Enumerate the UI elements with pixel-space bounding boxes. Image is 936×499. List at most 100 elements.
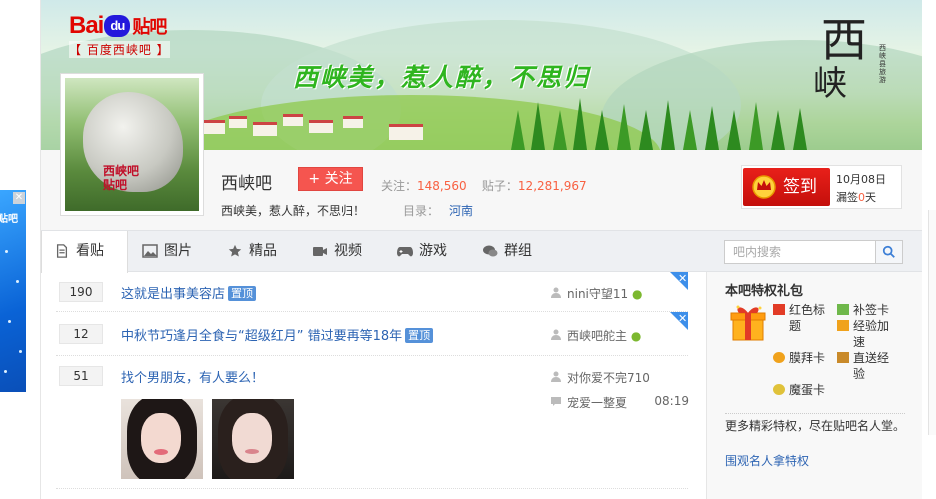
privilege-label: 红色标题 (789, 303, 826, 333)
logo-du: du (104, 15, 131, 37)
crown-icon (752, 175, 776, 199)
forum-page: Bai du 贴吧 【 百度西峡吧 】 西峡美，惹人醉，不思归 西 峡 西峡县旅… (40, 0, 922, 499)
thread-thumbnail[interactable] (212, 399, 294, 479)
thread-author[interactable]: 对你爱不完710 (549, 369, 650, 386)
forum-search-input[interactable] (724, 240, 876, 264)
tab-label: 视频 (334, 243, 362, 259)
tab-groups[interactable]: 群组 (470, 231, 555, 272)
image-icon (142, 244, 158, 258)
side-ad-text: 贴吧 (0, 214, 18, 225)
tab-label: 图片 (164, 243, 192, 259)
thread-title: 这就是出事美容店 (121, 287, 226, 302)
tab-label: 群组 (504, 243, 532, 259)
thread-title-link[interactable]: 这就是出事美容店 置顶 (121, 283, 257, 302)
resign-card-icon (837, 304, 849, 315)
thread-title: 找个男朋友，有人要么！ (121, 371, 265, 386)
privilege-label: 魔蛋卡 (789, 383, 826, 397)
video-icon (313, 247, 327, 256)
chat-icon (483, 245, 498, 257)
privilege-magic-egg[interactable]: 魔蛋卡 (773, 382, 835, 398)
sign-date: 10月08日 (836, 173, 886, 186)
comment-icon (551, 397, 561, 406)
missed-days-count: 0 (858, 191, 865, 204)
tab-label: 精品 (249, 243, 277, 259)
thread-thumbnail[interactable] (121, 399, 203, 479)
thread-row[interactable]: 190 这就是出事美容店 置顶 nini守望11 ● ✕ (56, 272, 688, 312)
red-title-icon (773, 304, 785, 315)
tab-video[interactable]: 视频 (300, 231, 385, 272)
thread-author[interactable]: 西峡吧舵主 ● (549, 327, 641, 344)
seal-vertical-text: 西峡县旅游 (879, 44, 886, 84)
hall-of-fame-link[interactable]: 围观名人拿特权 (725, 452, 809, 469)
sign-in-label: 签到 (783, 177, 817, 197)
privilege-label: 经验加速 (853, 319, 890, 349)
calligraphy-seal: 西 峡 西峡县旅游 (805, 0, 886, 145)
avatar-text-1: 西峡吧 (103, 164, 140, 178)
document-icon (56, 244, 68, 258)
exp-boost-icon (837, 320, 849, 331)
category-link[interactable]: 河南 (449, 204, 473, 218)
last-reply[interactable]: 宠爱一整夏 08:19 (549, 394, 689, 411)
forum-name[interactable]: 西峡吧 (221, 169, 272, 194)
side-advertisement[interactable]: 贴吧 (0, 190, 26, 392)
missed-suffix: 天 (865, 191, 876, 204)
category-label: 目录： (403, 204, 440, 218)
privilege-label: 补签卡 (853, 303, 890, 317)
privilege-worship-card[interactable]: 膜拜卡 (773, 350, 835, 366)
gift-box-icon (730, 305, 766, 341)
thread-title-link[interactable]: 中秋节巧逢月全食与“超级红月” 错过要再等18年 置顶 (121, 325, 434, 344)
user-icon (551, 371, 561, 382)
missed-prefix: 漏签 (836, 191, 858, 204)
privilege-direct-exp[interactable]: 直送经验 (837, 350, 899, 382)
thread-title: 中秋节巧逢月全食与“超级红月” 错过要再等18年 (121, 329, 403, 344)
privilege-resign-card[interactable]: 补签卡 (837, 302, 899, 318)
tab-games[interactable]: 游戏 (385, 231, 470, 272)
reply-count: 12 (59, 324, 103, 344)
sidebar-title: 本吧特权礼包 (725, 284, 804, 299)
user-icon (551, 329, 561, 340)
follow-count: 148,560 (417, 179, 467, 193)
last-reply-author: 宠爱一整夏 (567, 396, 628, 410)
magic-egg-icon (773, 384, 785, 395)
follow-button[interactable]: + 关注 (298, 167, 363, 191)
seal-character-2: 峡 (813, 64, 847, 104)
tab-featured[interactable]: 精品 (215, 231, 300, 272)
pinned-badge: 置顶 (228, 286, 257, 301)
forum-tabs: 看贴 图片 精品 视频 游戏 群组 (41, 230, 922, 273)
privilege-sidebar: 本吧特权礼包 红色标题 补签卡 经验加速 膜拜卡 直送经验 魔蛋卡 更多精彩特权… (706, 272, 922, 499)
search-button[interactable] (875, 240, 903, 264)
thread-author[interactable]: nini守望11 ● (549, 285, 642, 302)
forum-avatar[interactable]: 西峡吧 贴吧 (60, 73, 204, 216)
reply-count: 190 (59, 282, 103, 302)
baidu-tieba-logo[interactable]: Bai du 贴吧 【 百度西峡吧 】 (69, 12, 170, 58)
thread-title-link[interactable]: 找个男朋友，有人要么！ (121, 367, 264, 386)
privilege-label: 膜拜卡 (789, 351, 826, 365)
direct-exp-icon (837, 352, 849, 363)
avatar-text-2: 贴吧 (103, 178, 128, 192)
privilege-exp-boost[interactable]: 经验加速 (837, 318, 899, 350)
star-icon (228, 244, 242, 257)
sign-in-box: 签到 10月08日 漏签0天 (741, 165, 902, 209)
last-reply-time: 08:19 (654, 394, 689, 408)
village-houses (203, 112, 443, 142)
logo-forum-subtitle: 【 百度西峡吧 】 (69, 41, 170, 58)
tab-label: 游戏 (419, 243, 447, 259)
author-name: 对你爱不完710 (567, 371, 650, 385)
close-icon[interactable]: ✕ (670, 312, 688, 330)
post-count: 12,281,967 (517, 179, 587, 193)
missed-days: 漏签0天 (836, 189, 876, 205)
thread-row[interactable]: 12 中秋节巧逢月全食与“超级红月” 错过要再等18年 置顶 西峡吧舵主 ● ✕ (56, 312, 688, 356)
author-name: nini守望11 (567, 287, 629, 301)
search-icon (882, 245, 895, 258)
tab-images[interactable]: 图片 (130, 231, 215, 272)
sign-in-button[interactable]: 签到 (743, 168, 830, 206)
close-icon[interactable]: ✕ (670, 272, 688, 290)
tab-posts[interactable]: 看贴 (41, 231, 128, 273)
logo-bai: Bai (69, 12, 104, 39)
user-icon (551, 287, 561, 298)
banner-slogan: 西峡美，惹人醉，不思归 (293, 63, 591, 92)
forum-stats: 关注：148,560 贴子：12,281,967 (381, 177, 587, 194)
close-icon[interactable]: ✕ (13, 192, 25, 204)
thread-list: 190 这就是出事美容店 置顶 nini守望11 ● ✕ 12 中秋节巧逢月全食与… (56, 272, 689, 499)
privilege-red-title[interactable]: 红色标题 (773, 302, 835, 334)
